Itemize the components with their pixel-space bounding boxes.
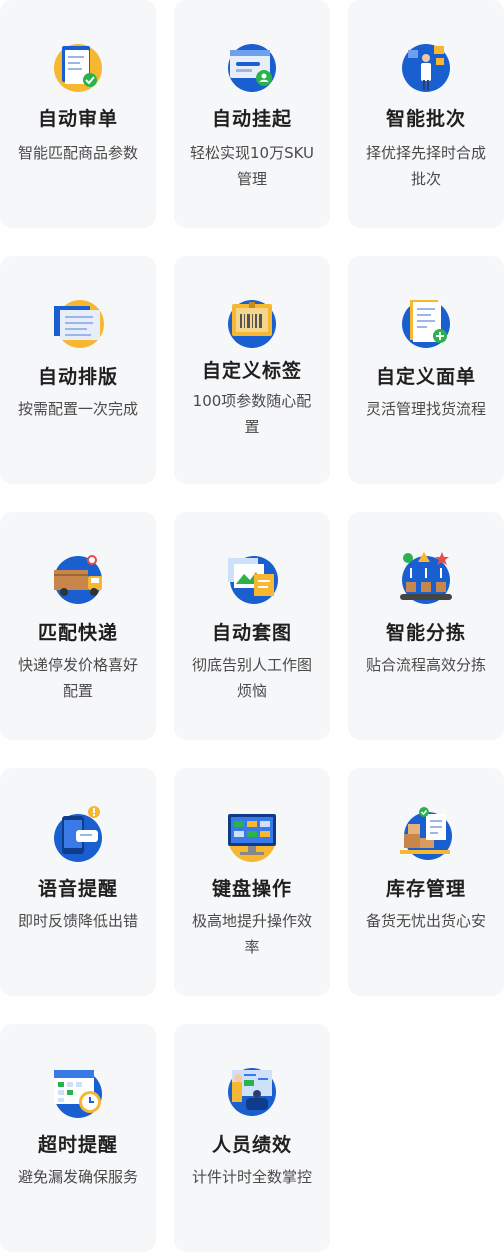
feature-desc: 快递停发价格喜好配置 xyxy=(17,656,138,700)
feature-title: 自动挂起 xyxy=(211,108,292,130)
feature-desc: 贴合流程高效分拣 xyxy=(365,656,486,674)
feature-card-custom-waybill[interactable]: 自定义面单 灵活管理找货流程 xyxy=(348,256,504,484)
feature-card-keyboard-ops[interactable]: 键盘操作 极高地提升操作效率 xyxy=(174,768,330,996)
feature-title: 键盘操作 xyxy=(211,878,292,900)
feature-card-auto-image-set[interactable]: 自动套图 彻底告别人工作图烦恼 xyxy=(174,512,330,740)
layout-icon xyxy=(48,292,108,352)
waybill-icon xyxy=(396,292,456,352)
feature-card-match-express[interactable]: 匹配快递 快递停发价格喜好配置 xyxy=(0,512,156,740)
feature-title: 语音提醒 xyxy=(37,878,118,900)
feature-title: 自定义标签 xyxy=(201,360,302,382)
feature-desc: 计件计时全数掌控 xyxy=(191,1168,312,1186)
feature-title: 人员绩效 xyxy=(211,1134,292,1156)
label-icon xyxy=(222,292,282,352)
feature-card-inventory[interactable]: 库存管理 备货无忧出货心安 xyxy=(348,768,504,996)
feature-title: 自动排版 xyxy=(37,366,118,388)
suspend-icon xyxy=(222,36,282,96)
feature-desc: 100项参数随心配置 xyxy=(192,392,312,436)
feature-desc: 备货无忧出货心安 xyxy=(365,912,486,930)
feature-title: 自定义面单 xyxy=(375,366,476,388)
feature-title: 自动套图 xyxy=(211,622,292,644)
feature-desc: 避免漏发确保服务 xyxy=(17,1168,138,1186)
feature-card-timeout-alert[interactable]: 超时提醒 避免漏发确保服务 xyxy=(0,1024,156,1252)
keyboard-monitor-icon xyxy=(222,804,282,864)
feature-card-smart-sorting[interactable]: 智能分拣 贴合流程高效分拣 xyxy=(348,512,504,740)
feature-desc: 灵活管理找货流程 xyxy=(365,400,486,418)
feature-card-auto-suspend[interactable]: 自动挂起 轻松实现10万SKU管理 xyxy=(174,0,330,228)
inventory-icon xyxy=(396,804,456,864)
sorting-icon xyxy=(396,548,456,608)
feature-desc: 即时反馈降低出错 xyxy=(17,912,138,930)
feature-card-staff-performance[interactable]: 人员绩效 计件计时全数掌控 xyxy=(174,1024,330,1252)
feature-desc: 极高地提升操作效率 xyxy=(191,912,312,956)
feature-card-voice-alert[interactable]: 语音提醒 即时反馈降低出错 xyxy=(0,768,156,996)
image-set-icon xyxy=(222,548,282,608)
feature-card-custom-label[interactable]: 自定义标签 100项参数随心配置 xyxy=(174,256,330,484)
feature-title: 智能批次 xyxy=(385,108,466,130)
batch-icon xyxy=(396,36,456,96)
feature-desc: 择优择先择时合成批次 xyxy=(365,144,486,188)
feature-title: 智能分拣 xyxy=(385,622,466,644)
voice-alert-icon xyxy=(48,804,108,864)
feature-desc: 智能匹配商品参数 xyxy=(17,144,138,162)
feature-desc: 轻松实现10万SKU管理 xyxy=(189,144,315,188)
feature-card-smart-batch[interactable]: 智能批次 择优择先择时合成批次 xyxy=(348,0,504,228)
feature-desc: 按需配置一次完成 xyxy=(17,400,138,418)
order-review-icon xyxy=(48,36,108,96)
feature-card-auto-review[interactable]: 自动审单 智能匹配商品参数 xyxy=(0,0,156,228)
feature-card-auto-layout[interactable]: 自动排版 按需配置一次完成 xyxy=(0,256,156,484)
feature-title: 自动审单 xyxy=(37,108,118,130)
feature-desc: 彻底告别人工作图烦恼 xyxy=(191,656,312,700)
calendar-clock-icon xyxy=(48,1060,108,1120)
staff-performance-icon xyxy=(222,1060,282,1120)
feature-title: 匹配快递 xyxy=(37,622,118,644)
feature-title: 超时提醒 xyxy=(37,1134,118,1156)
delivery-truck-icon xyxy=(48,548,108,608)
feature-title: 库存管理 xyxy=(385,878,466,900)
